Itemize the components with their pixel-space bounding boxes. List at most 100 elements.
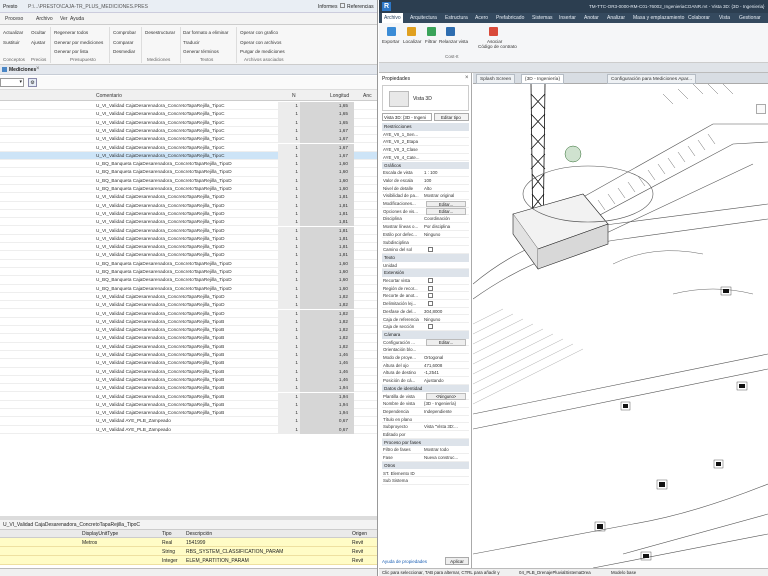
length-cell[interactable]: 1,46 <box>328 377 348 382</box>
property-row[interactable]: Disciplina Coordinación <box>382 215 469 224</box>
length-cell[interactable]: 1,81 <box>328 236 348 241</box>
length-cell[interactable]: 0,67 <box>328 418 348 423</box>
table-row[interactable]: U_BQ_Banqueta CajaDesarenadora_ConcretoT… <box>0 268 377 277</box>
property-group-header[interactable]: Gráficos <box>382 161 469 170</box>
parameter-row[interactable]: Integer ELEM_PARTITION_PARAM Revit <box>0 556 377 565</box>
length-cell[interactable]: 1,82 <box>328 311 348 316</box>
n-cell[interactable]: 1 <box>278 186 298 191</box>
comment-cell[interactable]: U_BQ_Banqueta CajaDesarenadora_ConcretoT… <box>96 261 271 266</box>
comment-cell[interactable]: U_VI_Validad AYE_PLB_Zampeado <box>96 418 271 423</box>
n-cell[interactable]: 1 <box>278 319 298 324</box>
n-cell[interactable]: 1 <box>278 418 298 423</box>
property-value[interactable]: Alto <box>424 186 468 191</box>
property-value[interactable]: Ortogonal <box>424 355 468 360</box>
length-cell[interactable]: 1,60 <box>328 186 348 191</box>
comment-cell[interactable]: U_VI_Validad CajaDesarenadora_ConcretoTa… <box>96 311 271 316</box>
desestructurar-button[interactable]: Desestructurar <box>145 30 175 35</box>
length-cell[interactable]: 1,81 <box>328 203 348 208</box>
table-row[interactable]: U_VI_Validad CajaDesarenadora_ConcretoTa… <box>0 409 377 418</box>
comment-cell[interactable]: U_VI_Validad CajaDesarenadora_ConcretoTa… <box>96 394 271 399</box>
property-value[interactable]: Nueva construc... <box>424 455 468 460</box>
property-value[interactable]: Coordinación <box>424 216 468 221</box>
col-descripcion[interactable]: Descripción <box>186 531 212 537</box>
length-cell[interactable]: 1,60 <box>328 286 348 291</box>
comprobar-button[interactable]: Comprobar <box>113 30 136 35</box>
table-row[interactable]: U_VI_Validad CajaDesarenadora_ConcretoTa… <box>0 151 377 161</box>
property-row[interactable]: Dependencia Independiente <box>382 408 469 416</box>
table-row[interactable]: U_VI_Validad CajaDesarenadora_ConcretoTa… <box>0 326 377 335</box>
property-checkbox[interactable] <box>428 324 433 330</box>
property-value[interactable]: 304,8000 <box>424 309 468 314</box>
property-row[interactable]: Nombre de vista {3D - Ingeniería} <box>382 400 469 408</box>
comment-cell[interactable]: U_VI_Validad CajaDesarenadora_ConcretoTa… <box>96 120 271 125</box>
parameter-row[interactable]: String RBS_SYSTEM_CLASSIFICATION_PARAM Rev… <box>0 547 377 556</box>
length-cell[interactable]: 1,60 <box>328 269 348 274</box>
n-cell[interactable]: 1 <box>278 335 298 340</box>
length-cell[interactable]: 1,46 <box>328 352 348 357</box>
filter-icon[interactable] <box>427 27 436 36</box>
comment-cell[interactable]: U_VI_Validad CajaDesarenadora_ConcretoTa… <box>96 252 271 257</box>
exportar-button[interactable]: Exportar <box>382 39 399 44</box>
table-row[interactable]: U_VI_Validad CajaDesarenadora_ConcretoTa… <box>0 375 377 385</box>
property-row[interactable]: Camino del sol <box>382 246 469 254</box>
tab-masa[interactable]: Masa y emplazamiento <box>633 15 684 21</box>
property-checkbox[interactable] <box>428 278 433 283</box>
tab-archivo[interactable]: Archivo <box>382 13 403 23</box>
n-cell[interactable]: 1 <box>278 294 298 299</box>
property-row[interactable]: Orientación blo... <box>382 346 469 354</box>
length-cell[interactable]: 1,81 <box>328 194 348 199</box>
status-model[interactable]: Modelo base <box>611 570 651 575</box>
property-value[interactable]: {3D - Ingeniería} <box>424 401 468 406</box>
property-row[interactable]: Recortar vista <box>382 277 469 285</box>
table-row[interactable]: U_BQ_Banqueta CajaDesarenadora_ConcretoT… <box>0 160 377 169</box>
property-group-header[interactable]: Datos de identidad <box>382 384 469 393</box>
help-link[interactable]: Ayuda de propiedades <box>382 559 427 564</box>
table-row[interactable]: U_VI_Validad CajaDesarenadora_ConcretoTa… <box>0 243 377 252</box>
n-cell[interactable]: 1 <box>278 153 298 158</box>
table-row[interactable]: U_VI_Validad AYE_PLB_Zampeado 1 0,67 <box>0 425 377 434</box>
col-origen[interactable]: Origen <box>352 531 367 537</box>
length-cell[interactable]: 1,65 <box>328 103 348 108</box>
property-row[interactable]: Fase Nueva construc... <box>382 454 469 462</box>
generar-terminos-button[interactable]: Generar términos <box>183 49 219 54</box>
comment-cell[interactable]: U_VI_Validad CajaDesarenadora_ConcretoTa… <box>96 203 271 208</box>
sustituir-button[interactable]: Sustituir <box>3 40 20 45</box>
col-comentario[interactable]: Comentario <box>96 93 122 99</box>
tab-configuracion-mediciones[interactable]: Configuración para Mediciones Apar... <box>607 74 697 84</box>
link-icon[interactable] <box>489 27 498 36</box>
table-row[interactable]: U_VI_Validad CajaDesarenadora_ConcretoTa… <box>0 301 377 310</box>
property-value[interactable]: Ninguno <box>424 317 468 322</box>
property-row[interactable]: Desfase de del... 304,8000 <box>382 308 469 316</box>
tab-3d-ingenieria[interactable]: {3D - Ingeniería} <box>521 74 564 84</box>
property-row[interactable]: AYE_VII_2_Etapa <box>382 138 469 147</box>
comment-cell[interactable]: U_VI_Validad CajaDesarenadora_ConcretoTa… <box>96 369 271 374</box>
property-row[interactable]: AYE_VII_1_Sen... <box>382 131 469 139</box>
table-row[interactable]: U_VI_Validad CajaDesarenadora_ConcretoTa… <box>0 384 377 393</box>
length-cell[interactable]: 1,82 <box>328 344 348 349</box>
view-instance-dropdown[interactable]: Vista 3D: {3D - Ingeni <box>382 113 432 121</box>
checkbox-icon[interactable] <box>340 3 345 8</box>
tab-vista[interactable]: Vista <box>719 15 730 21</box>
n-cell[interactable]: 1 <box>278 410 298 415</box>
tab-archivo[interactable]: Archivo <box>36 16 53 22</box>
table-row[interactable]: U_VI_Validad CajaDesarenadora_ConcretoTa… <box>0 102 377 111</box>
comment-cell[interactable]: U_BQ_Banqueta CajaDesarenadora_ConcretoT… <box>96 269 271 274</box>
comment-cell[interactable]: U_VI_Validad CajaDesarenadora_ConcretoTa… <box>96 335 271 340</box>
col-longitud[interactable]: Longitud <box>330 93 349 99</box>
comment-cell[interactable]: U_VI_Validad CajaDesarenadora_ConcretoTa… <box>96 352 271 357</box>
length-cell[interactable]: 1,65 <box>328 111 348 116</box>
comment-cell[interactable]: U_VI_Validad CajaDesarenadora_ConcretoTa… <box>96 385 271 390</box>
property-row[interactable]: Configuración ... Editar... <box>382 339 469 347</box>
comment-cell[interactable]: U_BQ_Banqueta CajaDesarenadora_ConcretoT… <box>96 277 271 282</box>
n-cell[interactable]: 1 <box>278 277 298 282</box>
operar-archivos-button[interactable]: Operar con archivos <box>240 40 281 45</box>
property-row[interactable]: Título en plano <box>382 416 469 424</box>
length-cell[interactable]: 1,65 <box>328 120 348 125</box>
property-value[interactable]: 471,6008 <box>424 363 468 368</box>
comment-cell[interactable]: U_BQ_Banqueta CajaDesarenadora_ConcretoT… <box>96 161 271 166</box>
col-ancho[interactable]: Anc <box>363 93 372 99</box>
length-cell[interactable]: 1,60 <box>328 261 348 266</box>
comment-cell[interactable]: U_VI_Validad CajaDesarenadora_ConcretoTa… <box>96 302 271 307</box>
comment-cell[interactable]: U_VI_Validad CajaDesarenadora_ConcretoTa… <box>96 128 271 133</box>
table-row[interactable]: U_VI_Validad CajaDesarenadora_ConcretoTa… <box>0 400 377 410</box>
